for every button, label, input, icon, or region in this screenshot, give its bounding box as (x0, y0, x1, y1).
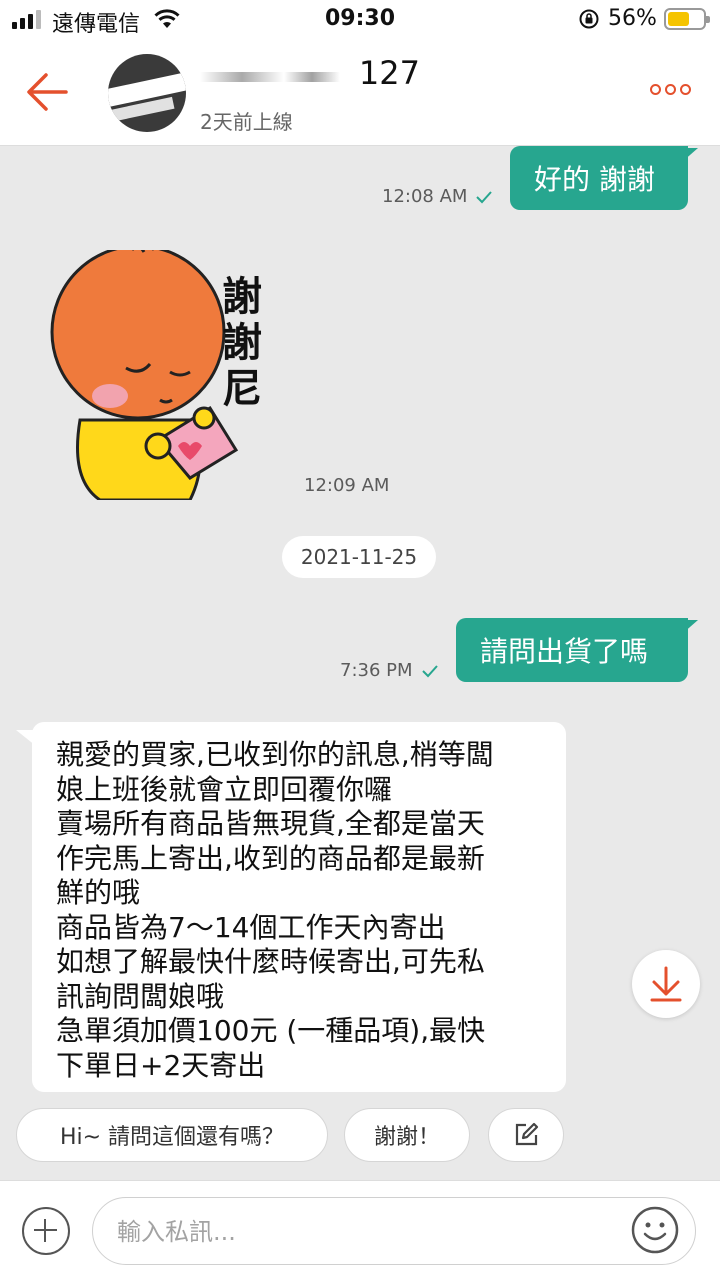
contact-name-text: 127 (358, 54, 420, 92)
message-text: 請問出貨了嗎 (480, 635, 649, 668)
edit-icon (515, 1122, 539, 1146)
message-bubble-out[interactable]: 請問出貨了嗎 (456, 618, 698, 682)
sticker-caption: 謝謝尼 (222, 274, 262, 412)
message-bubble-in[interactable]: 親愛的買家,已收到你的訊息,梢等闆 娘上班後就會立即回覆你囉 賣場所有商品皆無現… (32, 722, 566, 1092)
battery-percent: 56% (608, 6, 657, 31)
chat-header: 127 2天前上線 (0, 40, 720, 146)
status-bar: 遠傳電信 09:30 56% (0, 0, 720, 40)
edit-quick-replies-button[interactable] (488, 1108, 564, 1162)
quick-reply-button[interactable]: Hi~ 請問這個還有嗎？ (16, 1108, 328, 1162)
add-attachment-icon[interactable] (22, 1207, 70, 1255)
quick-reply-button[interactable]: 謝謝！ (344, 1108, 470, 1162)
orientation-lock-icon (579, 9, 599, 29)
read-check-icon (421, 664, 438, 677)
message-text: 親愛的買家,已收到你的訊息,梢等闆 娘上班後就會立即回覆你囉 賣場所有商品皆無現… (56, 738, 494, 1082)
back-arrow-icon[interactable] (22, 70, 72, 114)
scroll-to-bottom-button[interactable] (632, 950, 700, 1018)
read-check-icon (476, 190, 493, 203)
message-time: 12:08 AM (382, 186, 493, 207)
download-arrow-icon (650, 966, 682, 1002)
battery-icon (664, 8, 710, 30)
avatar[interactable] (108, 54, 186, 132)
emoji-icon[interactable] (630, 1205, 680, 1255)
message-time: 12:09 AM (304, 475, 389, 496)
message-input-bar (0, 1180, 720, 1280)
message-bubble-out[interactable]: 好的 謝謝 (510, 146, 698, 210)
contact-name[interactable]: 127 (200, 54, 420, 94)
message-text: 好的 謝謝 (534, 163, 655, 196)
message-time-text: 12:08 AM (382, 186, 468, 207)
message-time-text: 7:36 PM (340, 660, 413, 681)
message-time: 7:36 PM (340, 660, 439, 681)
more-options-icon[interactable] (650, 84, 691, 95)
quick-replies-bar: Hi~ 請問這個還有嗎？ 謝謝！ (0, 1092, 720, 1180)
date-separator: 2021-11-25 (282, 536, 436, 578)
message-input[interactable] (117, 1212, 617, 1252)
message-time-text: 12:09 AM (304, 475, 390, 496)
last-seen-status: 2天前上線 (200, 110, 293, 134)
message-input-field[interactable] (92, 1197, 696, 1265)
